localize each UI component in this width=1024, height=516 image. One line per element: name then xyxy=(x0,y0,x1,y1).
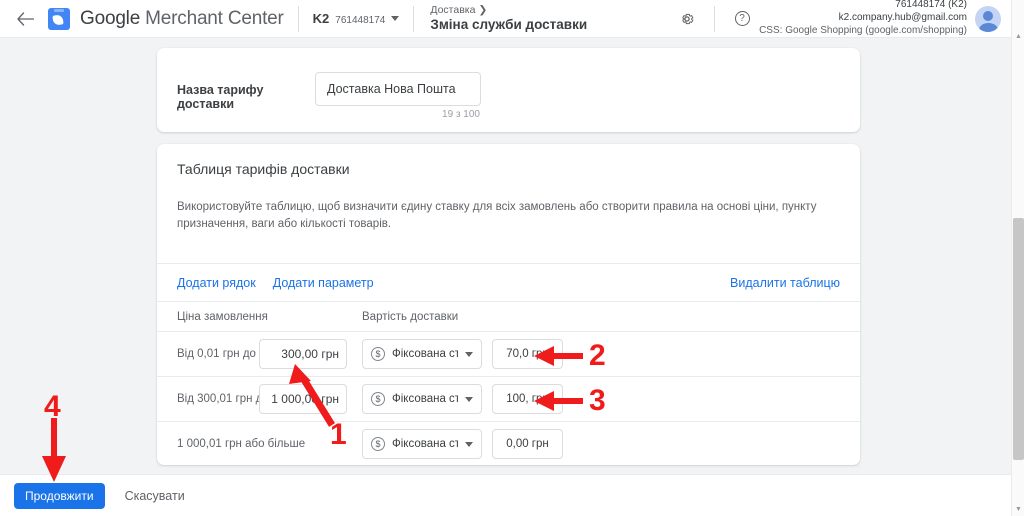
footer-action-bar: Продовжити Скасувати xyxy=(0,474,1011,516)
rate-table-header-row: Ціна замовлення Вартість доставки xyxy=(157,301,860,331)
header-actions: ? 761448174 (K2) k2.company.hub@gmail.co… xyxy=(674,0,1011,38)
breadcrumb-parent-label: Доставка xyxy=(430,3,476,16)
dollar-circle-icon: $ xyxy=(371,437,385,451)
shipping-rate-name-input[interactable] xyxy=(315,72,481,106)
cancel-button[interactable]: Скасувати xyxy=(125,489,185,503)
app-header: Google Merchant Center K2 761448174 Дост… xyxy=(0,0,1011,38)
brand-title: Google Merchant Center xyxy=(80,8,284,30)
add-parameter-button[interactable]: Додати параметр xyxy=(273,276,374,290)
row-1-price-input[interactable] xyxy=(259,339,347,369)
dollar-circle-icon: $ xyxy=(371,347,385,361)
shipping-rate-name-label: Назва тарифу доставки xyxy=(177,83,264,111)
column-header-shipping-cost: Вартість доставки xyxy=(362,310,459,323)
rate-table-card: Таблиця тарифів доставки Використовуйте … xyxy=(157,144,860,467)
account-info: 761448174 (K2) k2.company.hub@gmail.com … xyxy=(759,0,967,38)
scroll-up-arrow[interactable]: ▲ xyxy=(1012,30,1024,43)
account-name: K2 xyxy=(312,11,330,26)
row-2-amount-input[interactable] xyxy=(492,384,563,414)
row-1-amount-input[interactable] xyxy=(492,339,563,369)
chevron-down-icon xyxy=(465,441,473,447)
row-2-rate-type-label: Фіксована ста… xyxy=(392,393,458,405)
page-title: Зміна служби доставки xyxy=(430,16,588,32)
annotation-label-4: 4 xyxy=(44,390,61,423)
header-divider-3 xyxy=(714,5,716,32)
rate-table-title: Таблиця тарифів доставки xyxy=(177,161,350,177)
row-2-cost-cell: $ Фіксована ста… xyxy=(362,384,563,414)
account-selector[interactable]: K2 761448174 xyxy=(313,11,400,26)
header-divider-1 xyxy=(297,5,299,32)
chevron-down-icon xyxy=(391,16,400,21)
scroll-down-arrow[interactable]: ▼ xyxy=(1012,503,1024,516)
avatar[interactable] xyxy=(975,5,1001,32)
rate-table-footer xyxy=(157,466,860,474)
shipping-rate-name-field-wrap: 19 з 100 xyxy=(315,72,481,120)
rate-table-description: Використовуйте таблицю, щоб визначити єд… xyxy=(177,201,817,231)
brand-bold: Google xyxy=(80,7,141,29)
row-3-amount-input[interactable] xyxy=(492,429,563,459)
add-row-button[interactable]: Додати рядок xyxy=(177,276,256,290)
annotation-label-3: 3 xyxy=(589,384,606,417)
annotation-label-1: 1 xyxy=(330,418,347,451)
chevron-down-icon xyxy=(465,351,473,357)
main-content: Назва тарифу доставки 19 з 100 Таблиця т… xyxy=(0,38,1011,474)
row-1-condition: Від 0,01 грн до xyxy=(177,332,362,377)
help-icon[interactable]: ? xyxy=(729,6,755,32)
back-arrow-icon[interactable] xyxy=(8,0,42,38)
row-2-condition-label: Від 300,01 грн до xyxy=(177,393,269,405)
row-3-rate-type-label: Фіксована ста… xyxy=(392,438,458,450)
row-3-cost-cell: $ Фіксована ста… xyxy=(362,429,563,459)
continue-button[interactable]: Продовжити xyxy=(14,482,105,509)
chevron-right-icon: ❯ xyxy=(478,3,488,16)
help-icon-glyph: ? xyxy=(734,11,750,26)
row-1-cost-cell: $ Фіксована ста… xyxy=(362,339,563,369)
shipping-rate-name-row: Назва тарифу доставки 19 з 100 xyxy=(157,48,860,120)
account-info-email: k2.company.hub@gmail.com xyxy=(838,12,967,24)
page-scrollbar[interactable]: ▲ ▼ xyxy=(1011,0,1024,516)
annotation-label-2: 2 xyxy=(589,339,606,372)
character-counter: 19 з 100 xyxy=(442,109,480,120)
row-3-condition-label: 1 000,01 грн або більше xyxy=(177,438,306,450)
row-1-rate-type-select[interactable]: $ Фіксована ста… xyxy=(362,339,482,369)
row-1-rate-type-label: Фіксована ста… xyxy=(392,348,458,360)
rate-table: Ціна замовлення Вартість доставки Від 0,… xyxy=(157,301,860,474)
header-divider-2 xyxy=(413,5,415,32)
row-2-condition: Від 300,01 грн до xyxy=(177,377,362,422)
row-2-rate-type-select[interactable]: $ Фіксована ста… xyxy=(362,384,482,414)
account-info-id: 761448174 (K2) xyxy=(895,0,967,11)
chevron-down-icon xyxy=(465,396,473,402)
account-id: 761448174 xyxy=(335,15,386,26)
shipping-rate-name-card: Назва тарифу доставки 19 з 100 xyxy=(157,48,860,132)
breadcrumb-parent-row[interactable]: Доставка ❯ xyxy=(430,4,587,17)
breadcrumb: Доставка ❯ Зміна служби доставки xyxy=(430,4,587,34)
brand-thin: Merchant Center xyxy=(140,7,284,29)
rate-table-actions: Додати рядок Додати параметр Видалити та… xyxy=(157,263,860,301)
delete-table-button[interactable]: Видалити таблицю xyxy=(730,276,840,290)
gear-icon[interactable] xyxy=(674,6,700,32)
row-1-condition-label: Від 0,01 грн до xyxy=(177,348,256,360)
row-2-price-input[interactable] xyxy=(259,384,347,414)
scrollbar-thumb[interactable] xyxy=(1013,218,1024,460)
dollar-circle-icon: $ xyxy=(371,392,385,406)
column-header-order-price: Ціна замовлення xyxy=(177,310,268,323)
table-row: Від 300,01 грн до $ Фіксована ста… xyxy=(157,376,860,421)
table-row: Від 0,01 грн до $ Фіксована ста… xyxy=(157,331,860,376)
google-merchant-center-logo xyxy=(48,7,70,30)
table-row: 1 000,01 грн або більше $ Фіксована ста… xyxy=(157,421,860,466)
account-info-css: CSS: Google Shopping (google.com/shoppin… xyxy=(759,24,967,36)
row-3-rate-type-select[interactable]: $ Фіксована ста… xyxy=(362,429,482,459)
